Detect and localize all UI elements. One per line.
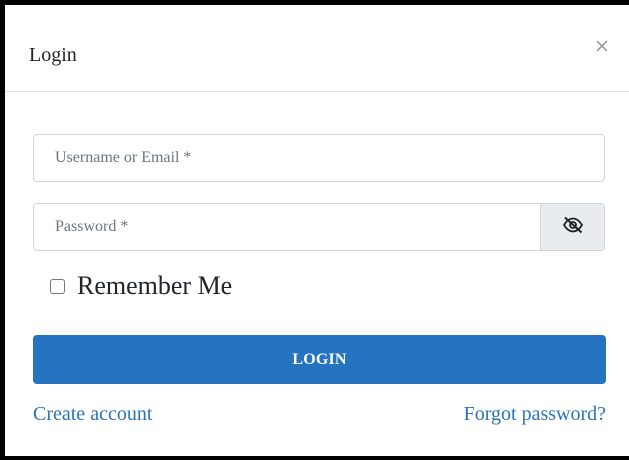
username-field-wrapper xyxy=(33,134,605,182)
remember-me: Remember Me xyxy=(50,271,232,301)
eye-slash-icon xyxy=(562,216,584,239)
username-input[interactable] xyxy=(34,135,604,181)
modal-header: Login xyxy=(5,5,629,92)
password-input[interactable] xyxy=(34,204,540,250)
remember-me-label[interactable]: Remember Me xyxy=(77,271,232,301)
modal-title: Login xyxy=(29,44,77,66)
login-modal: Login Remember Me LOGIN xyxy=(0,0,629,460)
create-account-link[interactable]: Create account xyxy=(33,402,152,426)
password-field-wrapper xyxy=(33,203,605,251)
close-icon xyxy=(596,39,608,57)
password-visibility-toggle[interactable] xyxy=(540,204,604,250)
close-button[interactable] xyxy=(592,38,612,58)
remember-me-checkbox[interactable] xyxy=(50,278,65,294)
forgot-password-link[interactable]: Forgot password? xyxy=(464,402,606,426)
login-button[interactable]: LOGIN xyxy=(33,335,606,384)
